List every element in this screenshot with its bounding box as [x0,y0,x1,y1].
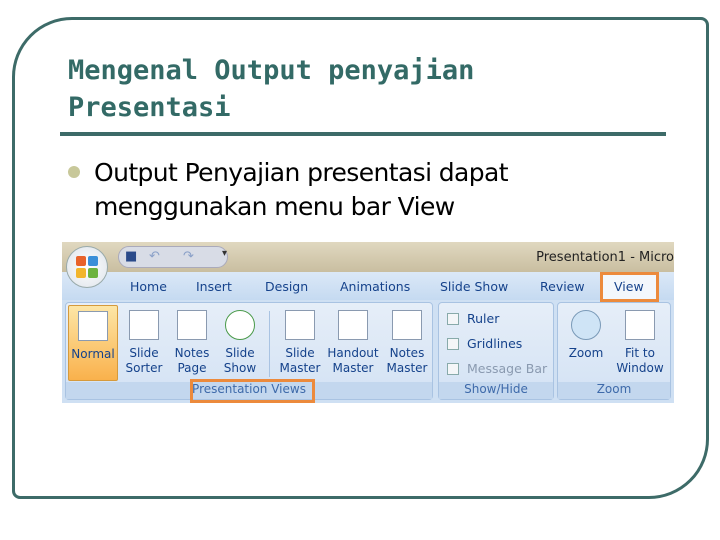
bullet-line: menggunakan menu bar View [94,192,455,221]
group-divider [269,311,270,377]
quick-access-toolbar: ■ ↶ ↷ [118,246,228,268]
office-button-icon[interactable] [66,246,108,288]
undo-icon[interactable]: ↶ [149,249,160,264]
handout-master-button[interactable]: Handout Master [325,305,381,381]
slide-title: Mengenal Output penyajian Presentasi [68,52,474,126]
presentation-views-highlight [190,379,315,403]
tab-slide-show[interactable]: Slide Show [440,279,508,294]
customize-qat-icon[interactable]: ▾ [222,248,227,259]
title-line: Presentasi [68,92,231,123]
bullet-line: Output Penyajian presentasi dapat [94,158,509,187]
tab-animations[interactable]: Animations [340,279,410,294]
ribbon-tabs: Home Insert Design Animations Slide Show… [62,272,674,300]
ribbon-screenshot: Presentation1 - Micro ■ ↶ ↷ ▾ Home Inser… [62,242,674,403]
message-bar-checkbox[interactable]: Message Bar [447,361,547,376]
bullet-icon [68,166,80,178]
title-line: Mengenal Output penyajian [68,55,475,86]
group-label: Zoom [558,382,670,399]
gridlines-checkbox[interactable]: Gridlines [447,336,522,351]
bullet-text: Output Penyajian presentasi dapat menggu… [94,156,509,224]
slide-sorter-button[interactable]: Slide Sorter [122,305,166,381]
window-title: Presentation1 - Micro [536,250,674,265]
zoom-button[interactable]: Zoom [562,305,610,381]
tab-view-label: View [614,279,644,294]
notes-master-button[interactable]: Notes Master [384,305,430,381]
normal-view-button[interactable]: Normal [68,305,118,381]
notes-page-button[interactable]: Notes Page [170,305,214,381]
tab-review[interactable]: Review [540,279,585,294]
fit-to-window-button[interactable]: Fit to Window [612,305,668,381]
group-label: Show/Hide [439,382,553,399]
slide-master-button[interactable]: Slide Master [276,305,324,381]
tab-view[interactable]: View [600,272,659,302]
tab-insert[interactable]: Insert [196,279,232,294]
group-zoom: Zoom Fit to Window Zoom [557,302,671,400]
tab-design[interactable]: Design [265,279,308,294]
tab-home[interactable]: Home [130,279,167,294]
group-show-hide: Ruler Gridlines Message Bar Show/Hide [438,302,554,400]
save-icon[interactable]: ■ [125,249,137,264]
ruler-checkbox[interactable]: Ruler [447,311,499,326]
redo-icon[interactable]: ↷ [183,249,194,264]
slide-show-button[interactable]: Slide Show [218,305,262,381]
title-divider [60,132,666,136]
